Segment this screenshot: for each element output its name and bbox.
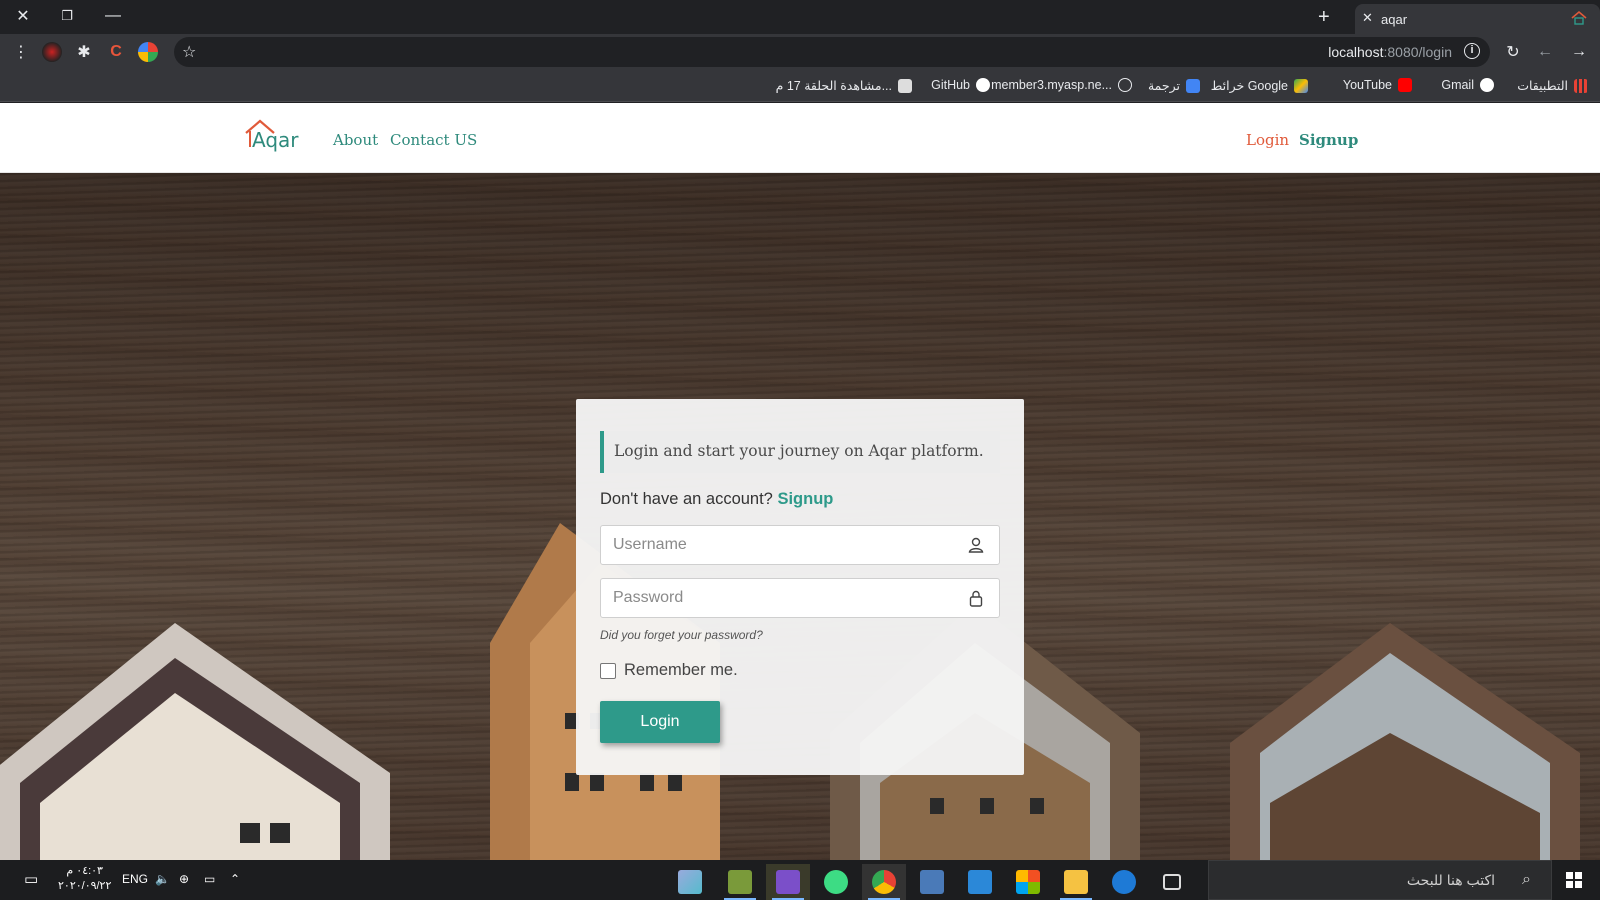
new-tab-button[interactable]: + (1318, 6, 1330, 29)
github-icon (976, 78, 990, 92)
google-icon (1480, 78, 1494, 92)
android-studio-icon (728, 870, 752, 894)
episode-site-icon (898, 78, 912, 93)
taskbar-app-android[interactable] (814, 864, 858, 900)
nav-about-link[interactable]: About (333, 131, 378, 149)
youtube-icon (1398, 78, 1412, 92)
user-icon (968, 537, 984, 553)
close-window-icon[interactable]: ✕ (0, 0, 46, 32)
bookmark-maps[interactable]: خرائط Google (1211, 78, 1308, 93)
taskbar-app-mail[interactable] (958, 864, 1002, 900)
battery-icon[interactable]: ▭ (204, 872, 215, 886)
forward-arrow-icon[interactable]: → (1568, 41, 1590, 63)
android-icon (824, 870, 848, 894)
restore-window-icon[interactable]: ❐ (44, 0, 90, 32)
username-field[interactable] (600, 525, 1000, 565)
chrome-icon (872, 870, 896, 894)
bookmark-star-icon[interactable]: ☆ (182, 42, 196, 62)
folder-icon (1064, 870, 1088, 894)
extension-color-icon[interactable] (138, 42, 158, 62)
login-card: Login and start your journey on Aqar pla… (576, 399, 1024, 775)
maps-icon (1294, 78, 1308, 93)
extension-c-icon[interactable]: C (105, 41, 127, 63)
notepad-icon (678, 870, 702, 894)
extension-icon[interactable] (42, 42, 62, 62)
browser-tab[interactable]: ✕ aqar (1355, 4, 1600, 34)
bookmark-apps[interactable]: التطبيقات (1517, 78, 1588, 93)
tab-close-icon[interactable]: ✕ (1362, 10, 1373, 26)
remember-checkbox[interactable] (600, 662, 616, 679)
site-navbar: Aqar About Contact US Login Signup (0, 103, 1600, 173)
taskbar-app-chrome[interactable] (862, 864, 906, 900)
site-info-icon[interactable]: i (1464, 43, 1480, 59)
tab-title: aqar (1381, 12, 1408, 27)
password-field[interactable] (600, 578, 1000, 618)
taskbar-app-visual-studio[interactable] (766, 864, 810, 900)
taskbar-app-edge[interactable] (1102, 864, 1146, 900)
username-input[interactable] (601, 526, 961, 564)
bookmark-gmail[interactable]: Gmail (1441, 78, 1494, 92)
house-favicon-icon (1571, 10, 1587, 25)
bookmark-episode[interactable]: مشاهدة الحلقة 17 م... (776, 78, 912, 93)
signup-prompt: Don't have an account? Signup (600, 490, 834, 508)
tab-strip: ✕ ❐ — + ✕ aqar (0, 0, 1600, 34)
address-bar[interactable]: ☆ localhost:8080/login i (174, 37, 1490, 67)
browser-toolbar: ⋮ ✱ C ☆ localhost:8080/login i ↻ ← → (0, 34, 1600, 70)
language-indicator[interactable]: ENG (122, 872, 148, 886)
bookmark-github[interactable]: GitHub (931, 78, 990, 92)
nav-login-link[interactable]: Login (1246, 131, 1289, 149)
taskbar-search-box[interactable]: اكتب هنا للبحث ⌕ (1208, 860, 1552, 900)
taskbar-app-remote[interactable] (910, 864, 954, 900)
nav-signup-link[interactable]: Signup (1299, 131, 1358, 149)
show-hidden-icons-chevron[interactable]: ⌃ (230, 872, 240, 886)
edge-icon (1112, 870, 1136, 894)
bookmark-youtube[interactable]: YouTube (1343, 78, 1412, 92)
windows-taskbar: ▭ ٠٤:٠٣ م ٢٠٢٠/٠٩/٢٢ ENG 🔈 ⊕ ▭ ⌃ اكتب هن… (0, 860, 1600, 900)
visual-studio-icon (776, 870, 800, 894)
login-button[interactable]: Login (600, 701, 720, 743)
taskbar-app-android-studio[interactable] (718, 864, 762, 900)
password-input[interactable] (601, 579, 961, 617)
taskbar-app-explorer[interactable] (1054, 864, 1098, 900)
puzzle-extensions-icon[interactable]: ✱ (73, 41, 95, 63)
translate-icon (1186, 78, 1200, 93)
reload-icon[interactable]: ↻ (1502, 41, 1524, 63)
network-globe-icon[interactable]: ⊕ (179, 872, 189, 886)
bookmarks-bar: التطبيقات Gmail YouTube خرائط Google ترج… (0, 70, 1600, 102)
mail-icon (968, 870, 992, 894)
wood-background: Login and start your journey on Aqar pla… (0, 173, 1600, 860)
taskbar-app-store[interactable] (1006, 864, 1050, 900)
url-text: localhost:8080/login (1328, 44, 1452, 60)
search-placeholder: اكتب هنا للبحث (1406, 872, 1495, 888)
aqar-logo[interactable]: Aqar (244, 117, 312, 157)
lock-icon (969, 590, 983, 607)
remember-me[interactable]: Remember me. (600, 661, 738, 680)
nav-contact-link[interactable]: Contact US (390, 131, 477, 149)
remember-label: Remember me. (624, 661, 738, 679)
task-view-icon (1163, 874, 1181, 890)
windows-start-icon[interactable] (1566, 872, 1582, 888)
back-arrow-icon[interactable]: ← (1534, 41, 1556, 63)
taskbar-clock[interactable]: ٠٤:٠٣ م ٢٠٢٠/٠٩/٢٢ (58, 864, 111, 894)
apps-grid-icon (1574, 78, 1588, 93)
menu-dots-icon[interactable]: ⋮ (10, 41, 32, 63)
forgot-password-link[interactable]: Did you forget your password? (600, 628, 763, 642)
bookmark-translate[interactable]: ترجمة (1148, 78, 1200, 93)
site-m-icon (1118, 78, 1132, 92)
taskbar-app-notepad[interactable] (668, 864, 712, 900)
card-signup-link[interactable]: Signup (777, 490, 833, 508)
minimize-window-icon[interactable]: — (90, 0, 136, 32)
taskbar-task-view[interactable] (1150, 864, 1194, 900)
web-page: Aqar About Contact US Login Signup Login… (0, 103, 1600, 860)
store-icon (1016, 870, 1040, 894)
bookmark-member3[interactable]: member3.myasp.ne... (991, 78, 1132, 92)
volume-icon[interactable]: 🔈 (155, 872, 170, 886)
notifications-icon[interactable]: ▭ (24, 870, 38, 888)
svg-text:Aqar: Aqar (252, 128, 299, 152)
search-icon: ⌕ (1522, 871, 1531, 888)
remote-desktop-icon (920, 870, 944, 894)
login-callout: Login and start your journey on Aqar pla… (600, 431, 1000, 473)
